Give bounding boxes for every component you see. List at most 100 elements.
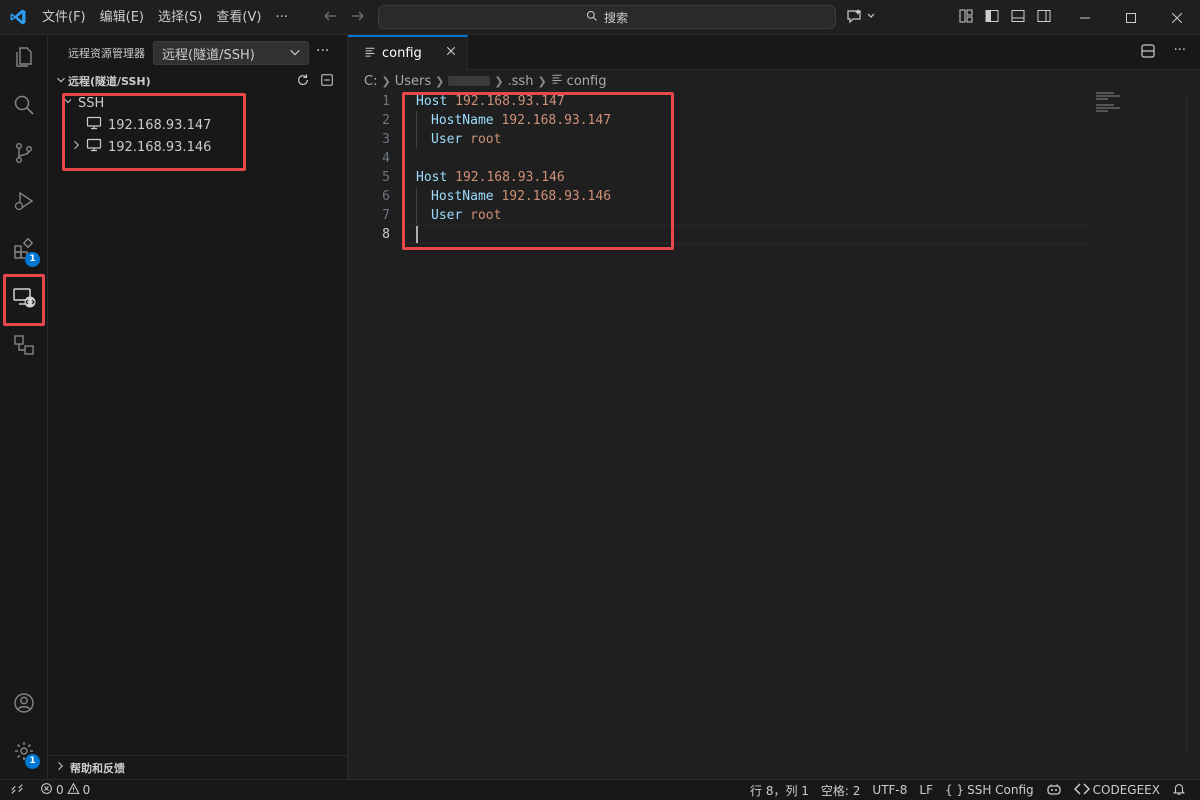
remote-section-title: 远程(隧道/SSH) [68, 75, 151, 88]
minimap[interactable] [1096, 92, 1126, 112]
source-control-view-button[interactable] [0, 131, 48, 179]
chevron-down-icon [288, 45, 302, 63]
chevron-right-icon [54, 760, 66, 775]
line-number: 7 [382, 208, 390, 223]
breadcrumb-item[interactable]: config [567, 74, 607, 89]
file-lines-icon [364, 46, 376, 62]
chevron-right-icon: ❯ [381, 74, 391, 88]
close-window-button[interactable] [1154, 0, 1200, 35]
search-view-button[interactable] [0, 83, 48, 131]
split-editor-icon[interactable] [1140, 43, 1156, 63]
line-number: 8 [382, 227, 390, 242]
search-icon [586, 10, 598, 25]
ssh-config-highlight [402, 92, 674, 250]
back-arrow-icon[interactable] [322, 8, 338, 28]
customize-layout-icon[interactable] [958, 8, 974, 28]
remote-view-select[interactable]: 远程(隧道/SSH) [153, 41, 309, 65]
toggle-primary-sidebar-icon[interactable] [984, 8, 1000, 28]
menu-selection[interactable]: 选择(S) [151, 0, 209, 35]
line-number: 2 [382, 113, 390, 128]
indentation-setting[interactable]: 空格: 2 [815, 782, 867, 799]
remote-indicator-button[interactable] [0, 780, 34, 800]
copilot-chat-menu[interactable] [846, 0, 876, 35]
remote-explorer-tunnels-icon [12, 333, 36, 361]
cursor-position[interactable]: 行 8，列 1 [744, 782, 815, 799]
editor-tabs: config ··· [348, 35, 1200, 70]
forward-arrow-icon[interactable] [350, 8, 366, 28]
notifications-button[interactable] [1166, 782, 1192, 799]
error-count: 0 [56, 783, 64, 797]
search-icon [12, 93, 36, 121]
codegeex-status[interactable]: CODEGEEX [1068, 782, 1166, 798]
manage-settings-button[interactable]: 1 [0, 729, 48, 777]
redacted-username [448, 76, 491, 86]
maximize-button[interactable] [1108, 0, 1154, 35]
help-feedback-section-header[interactable]: 帮助和反馈 [48, 755, 348, 779]
codegeex-label: CODEGEEX [1092, 783, 1160, 797]
sidebar-more-actions[interactable]: ··· [316, 43, 329, 59]
remote-explorer-highlight [3, 274, 45, 326]
copilot-status[interactable] [1040, 782, 1068, 799]
account-icon [12, 691, 36, 719]
activity-bar: 1 1 [0, 35, 48, 779]
vertical-scrollbar[interactable] [1186, 92, 1200, 752]
breadcrumb-item[interactable]: .ssh [508, 74, 534, 89]
warning-icon [66, 782, 80, 798]
copilot-icon [1046, 782, 1062, 799]
editor-group: config ··· C: ❯ Users ❯ ❯ .ssh ❯ config [348, 35, 1200, 779]
codegeex-icon [1073, 782, 1090, 798]
error-icon [40, 782, 53, 798]
menu-file[interactable]: 文件(F) [35, 0, 93, 35]
settings-badge: 1 [25, 754, 40, 769]
run-debug-icon [12, 189, 36, 217]
line-number: 4 [382, 151, 390, 166]
collapse-all-icon[interactable] [320, 73, 334, 90]
file-lines-icon [551, 73, 563, 89]
ssh-hosts-highlight [62, 93, 246, 171]
breadcrumb-item[interactable]: C: [364, 74, 377, 89]
chevron-down-icon [54, 73, 68, 90]
remote-view-select-value: 远程(隧道/SSH) [162, 47, 255, 63]
problems-indicator[interactable]: 0 0 [34, 782, 96, 798]
remote-section-header[interactable]: 远程(隧道/SSH) [48, 70, 348, 92]
accounts-button[interactable] [0, 681, 48, 729]
chevron-right-icon: ❯ [494, 74, 504, 88]
minimize-button[interactable] [1062, 0, 1108, 35]
language-mode[interactable]: { } SSH Config [939, 783, 1040, 797]
remote-tunnels-view-button[interactable] [0, 323, 48, 371]
search-label: 搜索 [603, 10, 628, 25]
chat-sparkle-icon [846, 8, 876, 28]
extensions-badge: 1 [25, 252, 40, 267]
code-editor[interactable]: 1 Host 192.168.93.147 2 HostName 192.168… [348, 92, 1200, 752]
remote-explorer-sidebar: 远程资源管理器 远程(隧道/SSH) ··· 远程(隧道/SSH) SSH 19… [48, 35, 348, 779]
explorer-view-button[interactable] [0, 35, 48, 83]
menu-more[interactable]: ··· [268, 0, 294, 35]
help-feedback-label: 帮助和反馈 [70, 761, 125, 775]
tab-label: config [382, 46, 422, 61]
toggle-panel-icon[interactable] [1010, 8, 1026, 28]
chevron-right-icon: ❯ [537, 74, 547, 88]
close-icon[interactable] [445, 45, 457, 61]
menu-view[interactable]: 查看(V) [209, 0, 268, 35]
menu-edit[interactable]: 编辑(E) [93, 0, 151, 35]
remote-indicator-icon [10, 782, 24, 799]
status-bar: 0 0 行 8，列 1 空格: 2 UTF-8 LF { } SSH Confi… [0, 779, 1200, 800]
line-number: 6 [382, 189, 390, 204]
line-number: 5 [382, 170, 390, 185]
bell-icon [1172, 782, 1186, 799]
refresh-icon[interactable] [296, 73, 310, 90]
source-control-icon [12, 141, 36, 169]
files-icon [12, 45, 36, 73]
language-label: SSH Config [967, 783, 1034, 797]
extensions-view-button[interactable]: 1 [0, 227, 48, 275]
run-debug-view-button[interactable] [0, 179, 48, 227]
title-bar: 文件(F) 编辑(E) 选择(S) 查看(V) ··· 搜索 [0, 0, 1200, 35]
tab-config[interactable]: config [348, 35, 468, 70]
encoding-setting[interactable]: UTF-8 [866, 783, 913, 797]
command-center-search[interactable]: 搜索 [378, 5, 836, 29]
more-actions-icon[interactable]: ··· [1174, 43, 1186, 63]
eol-setting[interactable]: LF [913, 783, 939, 797]
toggle-secondary-sidebar-icon[interactable] [1036, 8, 1052, 28]
breadcrumb-item[interactable]: Users [395, 74, 431, 89]
warning-count: 0 [82, 783, 91, 797]
